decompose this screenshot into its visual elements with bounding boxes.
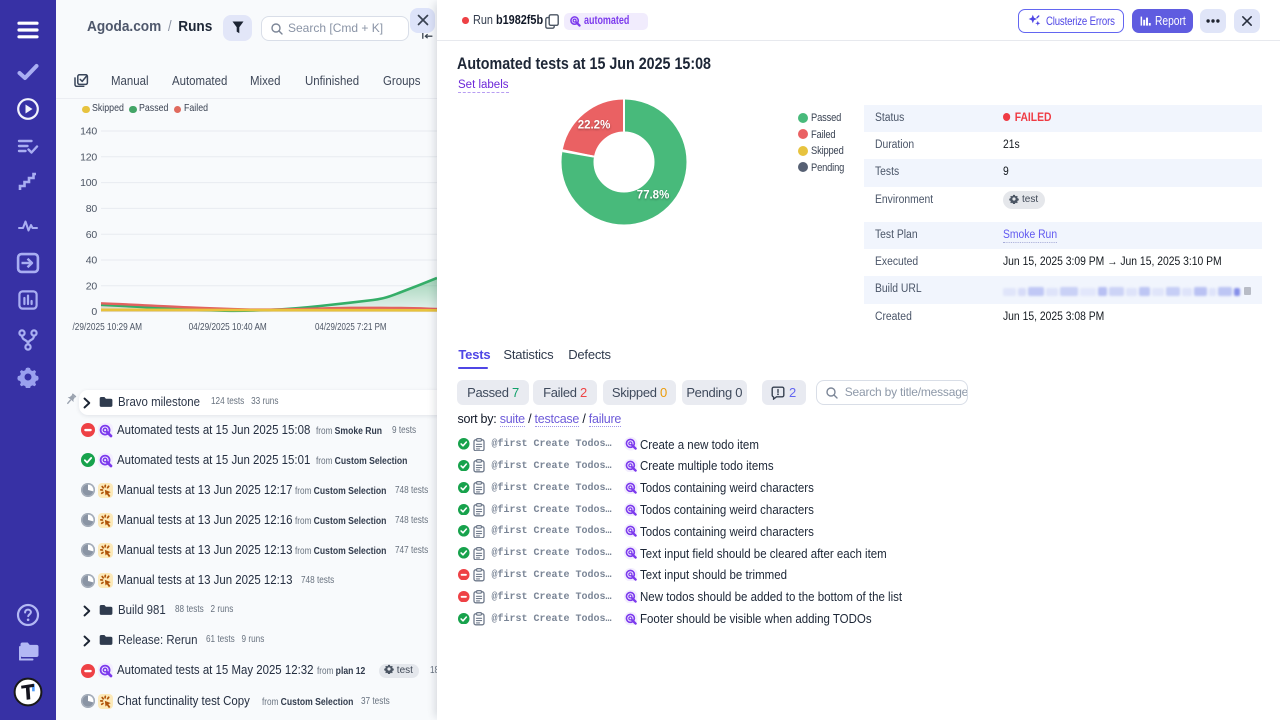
svg-text:20: 20 xyxy=(86,280,98,292)
svg-text:04/29/2025 10:40 AM: 04/29/2025 10:40 AM xyxy=(189,321,267,333)
svg-text:77.8%: 77.8% xyxy=(637,189,670,201)
svg-text:/29/2025 10:29 AM: /29/2025 10:29 AM xyxy=(73,321,143,333)
svg-text:22.2%: 22.2% xyxy=(578,119,611,131)
svg-text:140: 140 xyxy=(80,126,97,138)
svg-text:60: 60 xyxy=(86,229,98,241)
svg-text:40: 40 xyxy=(86,255,98,267)
svg-text:04/29/2025 7:21 PM: 04/29/2025 7:21 PM xyxy=(315,321,387,333)
svg-text:100: 100 xyxy=(80,177,97,189)
svg-text:0: 0 xyxy=(91,306,97,318)
svg-text:120: 120 xyxy=(80,151,97,163)
svg-text:80: 80 xyxy=(86,203,98,215)
